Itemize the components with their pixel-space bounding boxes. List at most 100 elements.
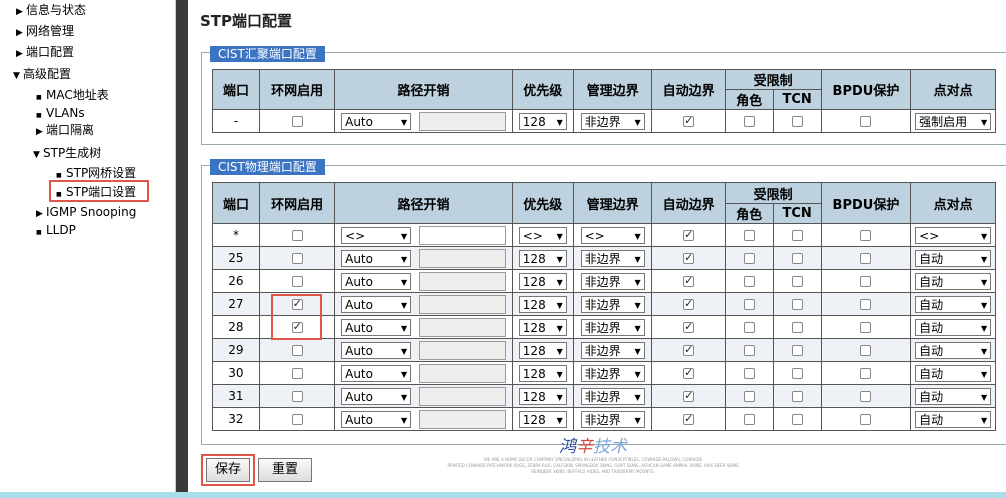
path-cost-select[interactable]: Auto ▼ [341,295,412,313]
stp-enabled-checkbox[interactable] [291,253,303,264]
admin-edge-select[interactable]: 非边界 ▼ [580,364,645,382]
restricted-role-checkbox[interactable] [743,299,755,310]
auto-edge-checkbox[interactable] [683,228,695,241]
restricted-role-checkbox[interactable] [743,391,755,402]
restricted-role-checkbox[interactable] [743,253,755,264]
nav-port-config[interactable]: ▶ 端口配置 [16,44,74,62]
auto-edge-checkbox[interactable] [683,274,695,287]
auto-edge-checkbox[interactable] [683,114,695,127]
priority-select[interactable]: 128 ▼ [518,364,567,382]
admin-edge-select[interactable]: 非边界 ▼ [580,272,645,290]
path-cost-select[interactable]: Auto ▼ [341,364,412,382]
admin-edge-select[interactable]: 非边界 ▼ [580,295,645,313]
auto-edge-checkbox[interactable] [683,297,695,310]
path-cost-input[interactable] [418,340,506,360]
bpdu-guard-checkbox[interactable] [860,253,872,264]
restricted-tcn-checkbox[interactable] [791,253,803,264]
bpdu-guard-checkbox[interactable] [860,322,872,333]
stp-enabled-checkbox[interactable] [291,276,303,287]
path-cost-input[interactable] [418,248,506,268]
priority-select[interactable]: 128 ▼ [518,112,567,130]
restricted-tcn-checkbox[interactable] [791,391,803,402]
p2p-select[interactable]: 自动 ▼ [915,318,992,336]
p2p-select[interactable]: 自动 ▼ [915,387,992,405]
p2p-select[interactable]: 自动 ▼ [915,341,992,359]
path-cost-input[interactable] [418,225,506,245]
restricted-tcn-checkbox[interactable] [791,368,803,379]
p2p-select[interactable]: 强制启用 ▼ [915,112,992,130]
priority-select[interactable]: 128 ▼ [518,249,567,267]
path-cost-input[interactable] [418,111,506,131]
path-cost-input[interactable] [418,271,506,291]
nav-stp[interactable]: ▼ STP生成树 [33,145,101,163]
auto-edge-checkbox[interactable] [683,412,695,425]
restricted-tcn-checkbox[interactable] [791,414,803,425]
restricted-role-checkbox[interactable] [743,345,755,356]
restricted-role-checkbox[interactable] [743,116,755,127]
restricted-role-checkbox[interactable] [743,322,755,333]
path-cost-select[interactable]: Auto ▼ [341,341,412,359]
restricted-tcn-checkbox[interactable] [791,116,803,127]
nav-network[interactable]: ▶ 网络管理 [16,23,74,41]
stp-enabled-checkbox[interactable] [291,230,303,241]
path-cost-input[interactable] [418,317,506,337]
nav-mac-table[interactable]: ■ MAC地址表 [36,87,109,106]
admin-edge-select[interactable]: 非边界 ▼ [580,410,645,428]
priority-select[interactable]: 128 ▼ [518,295,567,313]
nav-advanced[interactable]: ▼ 高级配置 [13,66,71,84]
stp-enabled-checkbox[interactable] [291,368,303,379]
restricted-tcn-checkbox[interactable] [791,345,803,356]
restricted-role-checkbox[interactable] [743,276,755,287]
auto-edge-checkbox[interactable] [683,389,695,402]
path-cost-input[interactable] [418,386,506,406]
bpdu-guard-checkbox[interactable] [860,414,872,425]
nav-igmp[interactable]: ▶ IGMP Snooping [36,204,136,222]
stp-enabled-checkbox[interactable] [291,391,303,402]
bpdu-guard-checkbox[interactable] [860,276,872,287]
restricted-role-checkbox[interactable] [743,368,755,379]
nav-port-isolation[interactable]: ▶ 端口隔离 [36,122,94,140]
priority-select[interactable]: 128 ▼ [518,341,567,359]
bpdu-guard-checkbox[interactable] [860,368,872,379]
reset-button[interactable]: 重置 [258,458,312,482]
bpdu-guard-checkbox[interactable] [860,116,872,127]
p2p-select[interactable]: 自动 ▼ [915,295,992,313]
p2p-select[interactable]: 自动 ▼ [915,272,992,290]
priority-select[interactable]: 128 ▼ [518,387,567,405]
path-cost-select[interactable]: Auto ▼ [341,272,412,290]
p2p-select[interactable]: 自动 ▼ [915,410,992,428]
restricted-tcn-checkbox[interactable] [791,230,803,241]
admin-edge-select[interactable]: 非边界 ▼ [580,112,645,130]
stp-enabled-checkbox[interactable] [291,345,303,356]
admin-edge-select[interactable]: 非边界 ▼ [580,249,645,267]
priority-select[interactable]: 128 ▼ [518,410,567,428]
p2p-select[interactable]: 自动 ▼ [915,249,992,267]
restricted-tcn-checkbox[interactable] [791,322,803,333]
nav-info-status[interactable]: ▶ 信息与状态 [16,2,86,20]
path-cost-select[interactable]: Auto ▼ [341,112,412,130]
priority-select[interactable]: 128 ▼ [518,318,567,336]
admin-edge-select[interactable]: <> ▼ [580,226,645,244]
nav-lldp[interactable]: ■ LLDP [36,222,76,241]
bpdu-guard-checkbox[interactable] [860,345,872,356]
path-cost-select[interactable]: Auto ▼ [341,318,412,336]
admin-edge-select[interactable]: 非边界 ▼ [580,318,645,336]
admin-edge-select[interactable]: 非边界 ▼ [580,341,645,359]
path-cost-select[interactable]: Auto ▼ [341,249,412,267]
p2p-select[interactable]: 自动 ▼ [915,364,992,382]
bpdu-guard-checkbox[interactable] [860,391,872,402]
path-cost-input[interactable] [418,363,506,383]
path-cost-select[interactable]: Auto ▼ [341,387,412,405]
path-cost-select[interactable]: <> ▼ [341,226,412,244]
restricted-role-checkbox[interactable] [743,230,755,241]
stp-enabled-checkbox[interactable] [291,116,303,127]
restricted-role-checkbox[interactable] [743,414,755,425]
priority-select[interactable]: 128 ▼ [518,272,567,290]
auto-edge-checkbox[interactable] [683,320,695,333]
bpdu-guard-checkbox[interactable] [860,230,872,241]
path-cost-select[interactable]: Auto ▼ [341,410,412,428]
path-cost-input[interactable] [418,294,506,314]
p2p-select[interactable]: <> ▼ [915,226,992,244]
restricted-tcn-checkbox[interactable] [791,299,803,310]
restricted-tcn-checkbox[interactable] [791,276,803,287]
